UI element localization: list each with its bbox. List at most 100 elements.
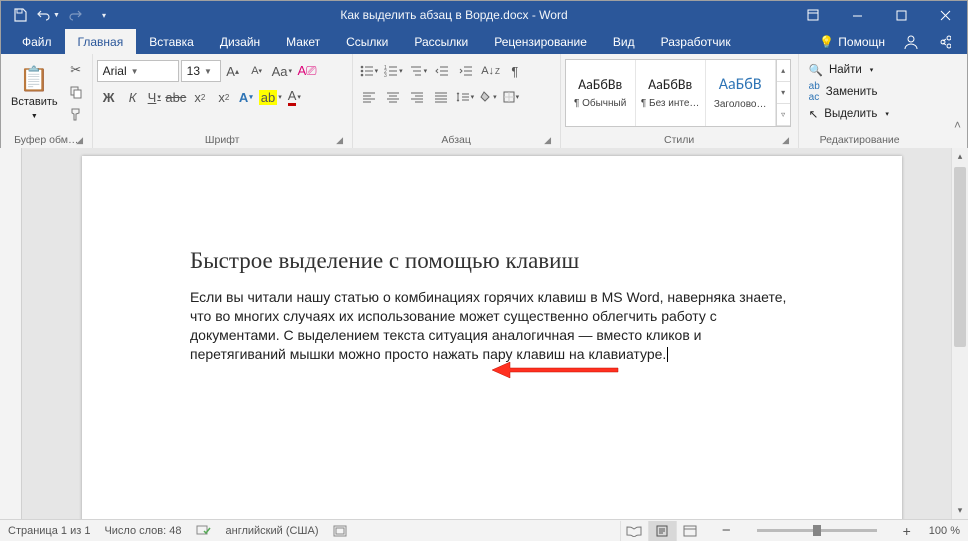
quick-access-toolbar: ▼ ▾: [1, 3, 117, 27]
style-no-spacing[interactable]: АаБбВв¶ Без инте…: [636, 60, 706, 126]
text-effects-button[interactable]: A▾: [236, 86, 256, 108]
spellcheck-icon[interactable]: [196, 524, 212, 538]
font-size-combo[interactable]: 13▼: [181, 60, 221, 82]
tab-home[interactable]: Главная: [65, 29, 137, 54]
select-label: Выделить: [824, 108, 877, 120]
justify-button[interactable]: [429, 86, 453, 108]
word-count-status[interactable]: Число слов: 48: [104, 525, 181, 537]
style-normal[interactable]: АаБбВв¶ Обычный: [566, 60, 636, 126]
styles-scroll-down-button[interactable]: ▾: [777, 82, 790, 104]
font-name-value: Arial: [103, 64, 127, 78]
cut-button[interactable]: ✂: [64, 59, 88, 81]
font-name-combo[interactable]: Arial▼: [97, 60, 179, 82]
redo-button[interactable]: [63, 3, 89, 27]
tab-developer[interactable]: Разработчик: [648, 29, 744, 54]
tab-insert[interactable]: Вставка: [136, 29, 207, 54]
shading-button[interactable]: ▾: [477, 86, 500, 108]
scroll-up-button[interactable]: ▴: [952, 148, 968, 165]
tell-me-label: Помощн: [838, 35, 885, 49]
bullets-button[interactable]: ▾: [357, 60, 382, 82]
show-marks-button[interactable]: ¶: [503, 60, 527, 82]
group-editing-label: Редактирование: [820, 134, 900, 146]
web-layout-button[interactable]: [676, 521, 704, 541]
font-launcher-icon[interactable]: ◢: [334, 134, 346, 146]
qat-customize-button[interactable]: ▾: [91, 3, 117, 27]
superscript-button[interactable]: x2: [212, 86, 236, 108]
italic-button[interactable]: К: [121, 86, 145, 108]
macro-status-icon[interactable]: [333, 525, 347, 537]
subscript-button[interactable]: x2: [188, 86, 212, 108]
multilevel-list-button[interactable]: ▾: [406, 60, 431, 82]
select-button[interactable]: ↖Выделить▾: [803, 103, 895, 125]
close-button[interactable]: [923, 1, 967, 29]
minimize-button[interactable]: [835, 1, 879, 29]
scroll-down-button[interactable]: ▾: [952, 502, 968, 519]
styles-expand-button[interactable]: ▿: [777, 104, 790, 126]
tab-layout[interactable]: Макет: [273, 29, 333, 54]
scrollbar-track[interactable]: [952, 165, 968, 502]
decrease-indent-button[interactable]: [430, 60, 454, 82]
grow-font-button[interactable]: A▴: [221, 60, 245, 82]
font-color-button[interactable]: A▾: [285, 86, 304, 108]
copy-button[interactable]: [64, 81, 88, 103]
numbering-button[interactable]: 123▾: [381, 60, 406, 82]
borders-button[interactable]: ▾: [500, 86, 523, 108]
account-button[interactable]: [895, 34, 927, 50]
styles-scroll-up-button[interactable]: ▴: [777, 60, 790, 82]
format-painter-button[interactable]: [64, 103, 88, 125]
increase-indent-button[interactable]: [454, 60, 478, 82]
styles-gallery[interactable]: АаБбВв¶ Обычный АаБбВв¶ Без инте… АаБбВЗ…: [565, 59, 791, 127]
language-status[interactable]: английский (США): [226, 525, 319, 537]
tab-mailings[interactable]: Рассылки: [401, 29, 481, 54]
share-button[interactable]: [929, 35, 959, 49]
ribbon-display-options-button[interactable]: [791, 1, 835, 29]
font-size-value: 13: [187, 64, 200, 78]
clipboard-launcher-icon[interactable]: ◢: [74, 134, 86, 146]
strikethrough-button[interactable]: abc: [164, 86, 188, 108]
align-right-button[interactable]: [405, 86, 429, 108]
clear-formatting-button[interactable]: A⎚: [295, 60, 319, 82]
paste-button[interactable]: 📋 Вставить▼: [5, 57, 64, 129]
tab-design[interactable]: Дизайн: [207, 29, 273, 54]
align-center-button[interactable]: [381, 86, 405, 108]
replace-button[interactable]: abacЗаменить: [803, 81, 895, 103]
line-spacing-button[interactable]: ▾: [453, 86, 478, 108]
style-heading1[interactable]: АаБбВЗаголово…: [706, 60, 776, 126]
find-button[interactable]: 🔍Найти▾: [803, 59, 895, 81]
scrollbar-thumb[interactable]: [954, 167, 966, 347]
document-viewport[interactable]: Быстрое выделение с помощью клавиш Если …: [22, 148, 951, 519]
zoom-in-button[interactable]: +: [899, 523, 915, 539]
align-left-button[interactable]: [357, 86, 381, 108]
highlight-button[interactable]: ab▾: [256, 86, 285, 108]
change-case-button[interactable]: Aa▾: [269, 60, 295, 82]
paragraph-launcher-icon[interactable]: ◢: [542, 134, 554, 146]
collapse-ribbon-button[interactable]: ˄: [954, 118, 961, 132]
zoom-slider-thumb[interactable]: [813, 525, 821, 536]
zoom-slider[interactable]: [757, 529, 877, 532]
save-button[interactable]: [7, 3, 33, 27]
shrink-font-button[interactable]: A▾: [245, 60, 269, 82]
styles-launcher-icon[interactable]: ◢: [780, 134, 792, 146]
status-bar: Страница 1 из 1 Число слов: 48 английски…: [0, 519, 968, 541]
print-layout-button[interactable]: [648, 521, 676, 541]
zoom-out-button[interactable]: −: [718, 522, 735, 539]
vertical-ruler[interactable]: [0, 148, 22, 519]
tab-references[interactable]: Ссылки: [333, 29, 401, 54]
undo-button[interactable]: ▼: [35, 3, 61, 27]
sort-button[interactable]: A↓Z: [478, 60, 503, 82]
lightbulb-icon: 💡: [819, 35, 834, 49]
zoom-level-status[interactable]: 100 %: [929, 525, 960, 537]
read-mode-button[interactable]: [620, 521, 648, 541]
tab-review[interactable]: Рецензирование: [481, 29, 600, 54]
vertical-scrollbar[interactable]: ▴ ▾: [951, 148, 968, 519]
maximize-button[interactable]: [879, 1, 923, 29]
page[interactable]: Быстрое выделение с помощью клавиш Если …: [82, 156, 902, 519]
paste-label: Вставить: [11, 96, 58, 108]
tell-me-button[interactable]: 💡 Помощн: [811, 35, 893, 49]
tab-view[interactable]: Вид: [600, 29, 648, 54]
window-controls: [791, 1, 967, 29]
tab-file[interactable]: Файл: [9, 29, 65, 54]
bold-button[interactable]: Ж: [97, 86, 121, 108]
page-number-status[interactable]: Страница 1 из 1: [8, 525, 90, 537]
underline-button[interactable]: Ч▾: [145, 86, 164, 108]
